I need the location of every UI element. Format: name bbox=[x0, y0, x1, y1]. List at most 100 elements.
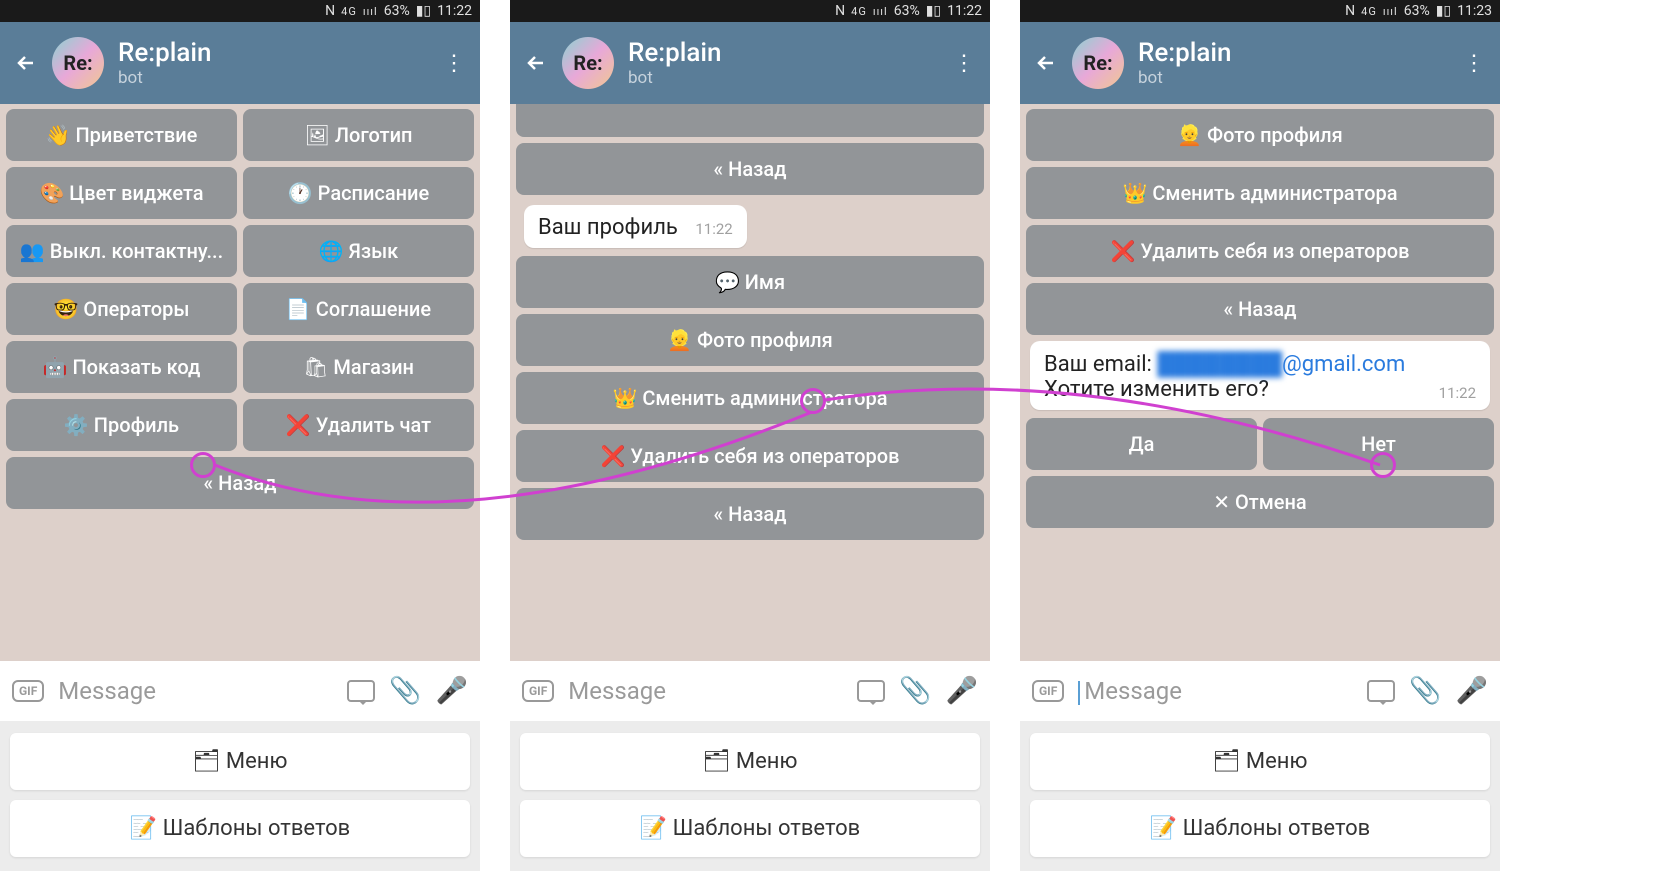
btn-change-admin[interactable]: 👑 Сменить администратора bbox=[1026, 167, 1494, 219]
btn-photo[interactable]: 👱 Фото профиля bbox=[516, 314, 984, 366]
more-icon[interactable]: ⋮ bbox=[442, 51, 466, 76]
email-prefix: Ваш email: bbox=[1044, 352, 1157, 377]
title-block[interactable]: Re:plain bot bbox=[118, 38, 428, 88]
btn-store[interactable]: 🛍 Магазин bbox=[243, 341, 474, 393]
title-block[interactable]: Re:plain bot bbox=[628, 38, 938, 88]
btn-no[interactable]: Нет bbox=[1263, 418, 1494, 470]
attach-icon[interactable]: 📎 bbox=[389, 676, 421, 706]
title-block[interactable]: Re:plain bot bbox=[1138, 38, 1448, 88]
mic-icon[interactable]: 🎤 bbox=[946, 676, 978, 706]
input-bar: GIF Message 📎 🎤 bbox=[510, 661, 990, 721]
network-icon: 4G bbox=[1361, 5, 1377, 18]
status-bar: N 4G ıııl 63% ▮▯ 11:22 bbox=[0, 0, 480, 22]
mic-icon[interactable]: 🎤 bbox=[436, 676, 468, 706]
more-icon[interactable]: ⋮ bbox=[1462, 51, 1486, 76]
btn-yes[interactable]: Да bbox=[1026, 418, 1257, 470]
btn-cancel[interactable]: ✕ Отмена bbox=[1026, 476, 1494, 528]
battery-icon: 63% bbox=[1404, 3, 1430, 19]
chat-area-3: 👱 Фото профиля 👑 Сменить администратора … bbox=[1020, 104, 1500, 661]
chat-subtitle: bot bbox=[1138, 68, 1448, 88]
chat-subtitle: bot bbox=[118, 68, 428, 88]
mic-icon[interactable]: 🎤 bbox=[1456, 676, 1488, 706]
templates-button[interactable]: 📝 Шаблоны ответов bbox=[520, 800, 980, 857]
menu-button[interactable]: 🗂 Меню bbox=[10, 733, 470, 790]
attach-icon[interactable]: 📎 bbox=[899, 676, 931, 706]
btn-prev-item[interactable] bbox=[516, 104, 984, 137]
status-time: 11:22 bbox=[437, 3, 472, 19]
message-input[interactable]: Message bbox=[58, 677, 333, 705]
btn-change-admin[interactable]: 👑 Сменить администратора bbox=[516, 372, 984, 424]
btn-photo[interactable]: 👱 Фото профиля bbox=[1026, 109, 1494, 161]
templates-button[interactable]: 📝 Шаблоны ответов bbox=[1030, 800, 1490, 857]
battery-glyph: ▮▯ bbox=[1436, 3, 1451, 19]
status-bar: N 4G ıııl 63% ▮▯ 11:22 bbox=[510, 0, 990, 22]
btn-widget-color[interactable]: 🎨 Цвет виджета bbox=[6, 167, 237, 219]
chat-header: Re: Re:plain bot ⋮ bbox=[510, 22, 990, 104]
chat-area-2: « Назад Ваш профиль 11:22 💬 Имя 👱 Фото п… bbox=[510, 104, 990, 661]
battery-glyph: ▮▯ bbox=[926, 3, 941, 19]
btn-remove-self[interactable]: ❌ Удалить себя из операторов bbox=[1026, 225, 1494, 277]
status-bar: N 4G ıııl 63% ▮▯ 11:23 bbox=[1020, 0, 1500, 22]
chat-header: Re: Re:plain bot ⋮ bbox=[1020, 22, 1500, 104]
btn-back[interactable]: « Назад bbox=[6, 457, 474, 509]
battery-icon: 63% bbox=[384, 3, 410, 19]
btn-contact-off[interactable]: 👥 Выкл. контактну... bbox=[6, 225, 237, 277]
keyboard-icon[interactable] bbox=[1367, 680, 1395, 702]
btn-schedule[interactable]: 🕐 Расписание bbox=[243, 167, 474, 219]
chat-subtitle: bot bbox=[628, 68, 938, 88]
btn-profile[interactable]: ⚙️ Профиль bbox=[6, 399, 237, 451]
chat-header: Re: Re:plain bot ⋮ bbox=[0, 22, 480, 104]
btn-logo[interactable]: 🖼 Логотип bbox=[243, 109, 474, 161]
message-input[interactable]: Message bbox=[568, 677, 843, 705]
more-icon[interactable]: ⋮ bbox=[952, 51, 976, 76]
phone-screen-1: N 4G ıııl 63% ▮▯ 11:22 Re: Re:plain bot … bbox=[0, 0, 480, 871]
btn-show-code[interactable]: 🤖 Показать код bbox=[6, 341, 237, 393]
nfc-icon: N bbox=[835, 3, 845, 19]
nfc-icon: N bbox=[325, 3, 335, 19]
gif-button[interactable]: GIF bbox=[522, 680, 554, 702]
btn-remove-self[interactable]: ❌ Удалить себя из операторов bbox=[516, 430, 984, 482]
back-arrow-icon[interactable] bbox=[524, 51, 548, 75]
menu-button[interactable]: 🗂 Меню bbox=[520, 733, 980, 790]
message-text: Ваш профиль bbox=[538, 215, 678, 240]
menu-button[interactable]: 🗂 Меню bbox=[1030, 733, 1490, 790]
keyboard-icon[interactable] bbox=[347, 680, 375, 702]
message-time: 11:22 bbox=[695, 220, 732, 238]
back-arrow-icon[interactable] bbox=[14, 51, 38, 75]
btn-operators[interactable]: 🤓 Операторы bbox=[6, 283, 237, 335]
reply-keyboard: 🗂 Меню 📝 Шаблоны ответов bbox=[0, 721, 480, 871]
back-arrow-icon[interactable] bbox=[1034, 51, 1058, 75]
battery-icon: 63% bbox=[894, 3, 920, 19]
btn-back-top[interactable]: « Назад bbox=[516, 143, 984, 195]
keyboard-icon[interactable] bbox=[857, 680, 885, 702]
signal-icon: ıııl bbox=[873, 5, 888, 18]
battery-glyph: ▮▯ bbox=[416, 3, 431, 19]
btn-name[interactable]: 💬 Имя bbox=[516, 256, 984, 308]
avatar[interactable]: Re: bbox=[1072, 37, 1124, 89]
btn-agreement[interactable]: 📄 Соглашение bbox=[243, 283, 474, 335]
status-time: 11:22 bbox=[947, 3, 982, 19]
status-time: 11:23 bbox=[1457, 3, 1492, 19]
btn-back-bottom[interactable]: « Назад bbox=[516, 488, 984, 540]
attach-icon[interactable]: 📎 bbox=[1409, 676, 1441, 706]
network-icon: 4G bbox=[341, 5, 357, 18]
message-input[interactable]: Message bbox=[1078, 677, 1353, 705]
btn-delete-chat[interactable]: ❌ Удалить чат bbox=[243, 399, 474, 451]
templates-button[interactable]: 📝 Шаблоны ответов bbox=[10, 800, 470, 857]
btn-greeting[interactable]: 👋 Приветствие bbox=[6, 109, 237, 161]
btn-language[interactable]: 🌐 Язык bbox=[243, 225, 474, 277]
gif-button[interactable]: GIF bbox=[12, 680, 44, 702]
gif-button[interactable]: GIF bbox=[1032, 680, 1064, 702]
signal-icon: ıııl bbox=[363, 5, 378, 18]
phone-screen-2: N 4G ıııl 63% ▮▯ 11:22 Re: Re:plain bot … bbox=[510, 0, 990, 871]
avatar[interactable]: Re: bbox=[562, 37, 614, 89]
chat-title: Re:plain bbox=[1138, 38, 1448, 68]
message-bubble-email: Ваш email: ████████@gmail.com Хотите изм… bbox=[1030, 341, 1490, 410]
nfc-icon: N bbox=[1345, 3, 1355, 19]
email-blurred: ████████ bbox=[1157, 352, 1282, 377]
chat-area-1: 👋 Приветствие🖼 Логотип 🎨 Цвет виджета🕐 Р… bbox=[0, 104, 480, 661]
reply-keyboard: 🗂 Меню 📝 Шаблоны ответов bbox=[1020, 721, 1500, 871]
btn-back[interactable]: « Назад bbox=[1026, 283, 1494, 335]
avatar[interactable]: Re: bbox=[52, 37, 104, 89]
message-bubble: Ваш профиль 11:22 bbox=[524, 205, 747, 248]
